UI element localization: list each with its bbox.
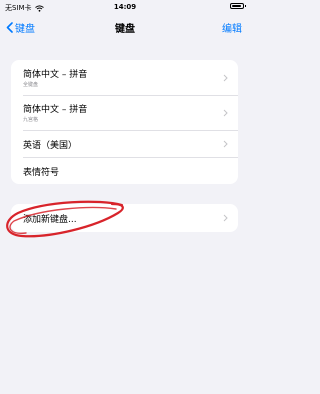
add-keyboard-label: 添加新键盘... [23,215,77,225]
battery-fill [232,5,241,7]
chevron-right-icon [223,74,228,81]
keyboard-row-emoji[interactable]: 表情符号 [11,157,238,184]
status-bar: 无SIM卡 14:09 [0,0,250,14]
chevron-right-icon [223,214,228,222]
status-right [230,3,246,9]
navigation-bar: 键盘 键盘 编辑 [0,14,250,40]
edit-button[interactable]: 编辑 [222,20,242,35]
chevron-right-icon [223,109,228,116]
battery-icon [230,3,246,9]
keyboard-title: 表情符号 [23,168,60,178]
keyboard-row-pinyin-full[interactable]: 简体中文 – 拼音 全键盘 [11,60,238,95]
keyboard-title: 简体中文 – 拼音 [23,70,88,80]
chevron-right-icon [223,140,228,147]
keyboard-subtitle: 全键盘 [23,82,39,88]
keyboard-row-english[interactable]: 英语（美国） [11,130,238,157]
add-keyboard-row[interactable]: 添加新键盘... [11,204,238,232]
status-time: 14:09 [113,3,137,11]
page-title: 键盘 [115,24,135,35]
add-keyboard-group: 添加新键盘... [11,204,238,232]
keyboard-subtitle: 九宫格 [23,117,39,123]
keyboard-title: 简体中文 – 拼音 [23,105,88,115]
keyboard-list: 简体中文 – 拼音 全键盘 简体中文 – 拼音 九宫格 英语（美国） 表情符号 [11,60,238,184]
keyboard-title: 英语（美国） [23,141,78,151]
keyboard-row-pinyin-9key[interactable]: 简体中文 – 拼音 九宫格 [11,95,238,130]
